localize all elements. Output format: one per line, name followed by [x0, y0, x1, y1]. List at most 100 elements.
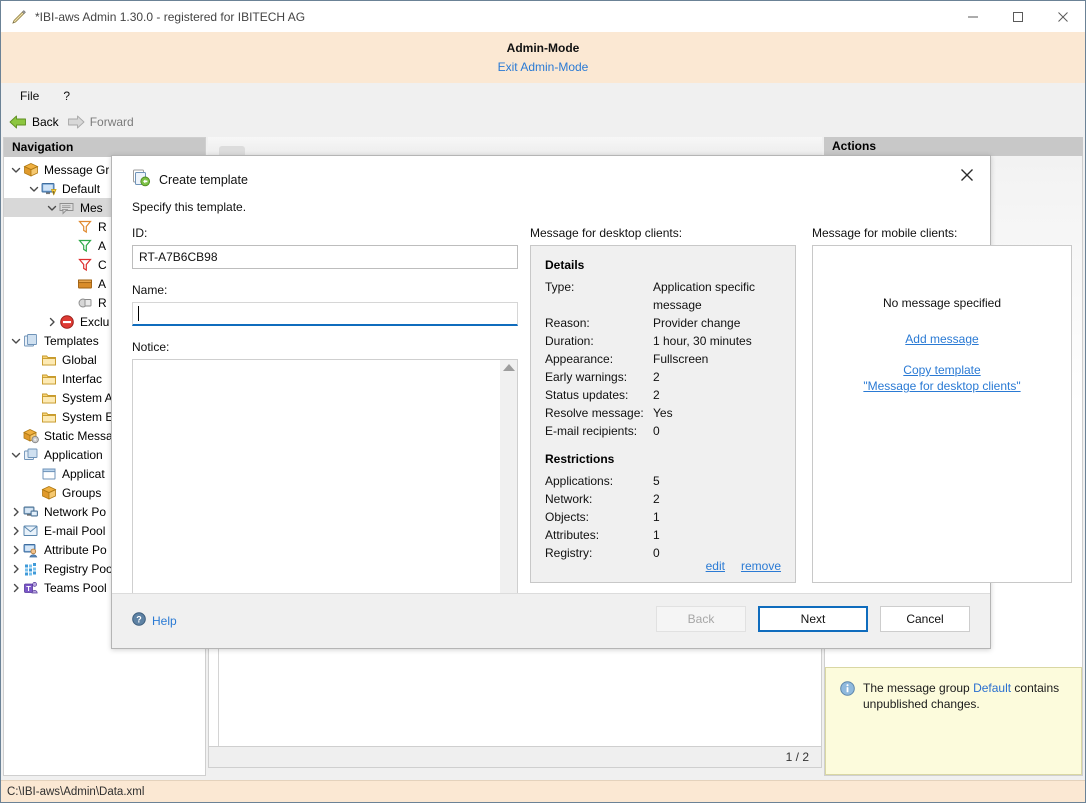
box-icon: [77, 276, 94, 292]
restriction-key: Attributes:: [545, 528, 600, 542]
chevron-right-icon[interactable]: [8, 545, 23, 555]
package-icon: [23, 162, 40, 178]
id-input[interactable]: [132, 245, 518, 269]
edit-link[interactable]: edit: [706, 559, 725, 573]
restriction-row: Attributes: 1: [545, 526, 781, 544]
nav-tree-item-label: Attribute Po: [44, 542, 107, 557]
nav-tree-item-label: Application: [44, 447, 103, 462]
scroll-up-icon[interactable]: [502, 364, 515, 371]
restriction-value: 5: [653, 474, 660, 488]
nav-tree-item-label: R: [98, 295, 107, 310]
dialog-mobile-column: Message for mobile clients: No message s…: [812, 226, 1072, 583]
dialog-title: Create template: [159, 172, 248, 187]
chevron-right-icon[interactable]: [8, 564, 23, 574]
chevron-right-icon[interactable]: [44, 317, 59, 327]
minimize-button[interactable]: [950, 1, 995, 32]
chevron-right-icon[interactable]: [8, 583, 23, 593]
admin-mode-banner: Admin-Mode Exit Admin-Mode: [1, 32, 1085, 83]
detail-value: 0: [653, 424, 660, 438]
chevron-right-icon[interactable]: [8, 507, 23, 517]
nav-tree-item-label: Templates: [44, 333, 99, 348]
restriction-key: Applications:: [545, 474, 614, 488]
chevron-down-icon[interactable]: [26, 184, 41, 194]
detail-key: Resolve message:: [545, 406, 644, 420]
menu-bar: File ?: [1, 83, 1085, 108]
nav-tree-item-label: Teams Pool: [44, 580, 107, 595]
navigation-toolbar: Back Forward: [1, 108, 1085, 136]
mobile-panel-caption: Message for mobile clients:: [812, 226, 958, 240]
nav-tree-item-label: C: [98, 257, 107, 272]
window-controls: [950, 1, 1085, 32]
forward-label: Forward: [89, 114, 134, 129]
details-list: Type: Application specific message Reason:…: [545, 278, 781, 440]
package-icon: [41, 485, 58, 501]
forward-button: Forward: [67, 115, 134, 129]
detail-value: Yes: [653, 406, 673, 420]
forbidden-icon: [59, 314, 76, 330]
next-button[interactable]: Next: [758, 606, 868, 632]
dialog-footer-buttons: Back Next Cancel: [656, 606, 970, 632]
name-input[interactable]: [132, 302, 518, 326]
chevron-down-icon[interactable]: [8, 336, 23, 346]
chevron-down-icon[interactable]: [8, 165, 23, 175]
filter-orange-icon: [77, 219, 94, 235]
application-pool-icon: [23, 447, 40, 463]
menu-item-file[interactable]: File: [11, 86, 48, 106]
network-icon: [23, 504, 40, 520]
notice-scrollbar[interactable]: [500, 360, 517, 609]
dialog-footer: ? Help Back Next Cancel: [112, 593, 990, 648]
copy-template-link-line2[interactable]: "Message for desktop clients": [863, 379, 1020, 393]
detail-row: Resolve message: Yes: [545, 404, 781, 422]
restriction-key: Registry:: [545, 546, 593, 560]
dialog-subtitle: Specify this template.: [112, 200, 990, 226]
dialog-body: ID: Name: Notice: Message for desktop: [112, 226, 1072, 611]
notice-textarea[interactable]: [132, 359, 518, 611]
registry-icon: [23, 561, 40, 577]
menu-item-help[interactable]: ?: [54, 86, 79, 106]
copy-template-link-line1[interactable]: Copy template: [903, 363, 980, 377]
folder-icon: [41, 390, 58, 406]
remove-link[interactable]: remove: [741, 559, 781, 573]
nav-tree-item-label: Message Gr: [44, 162, 110, 177]
restriction-value: 2: [653, 492, 660, 506]
folder-icon: [41, 409, 58, 425]
mobile-empty-text: No message specified: [882, 296, 1002, 310]
detail-row: Duration: 1 hour, 30 minutes: [545, 332, 781, 350]
status-bar-path: C:\IBI-aws\Admin\Data.xml: [7, 785, 145, 798]
detail-key: Reason:: [545, 316, 590, 330]
templates-icon: [23, 333, 40, 349]
cancel-button[interactable]: Cancel: [880, 606, 970, 632]
objects-icon: [77, 295, 94, 311]
help-link[interactable]: ? Help: [132, 612, 177, 629]
close-button[interactable]: [1040, 1, 1085, 32]
restriction-key: Network:: [545, 492, 593, 506]
restriction-row: Applications: 5: [545, 472, 781, 490]
maximize-button[interactable]: [995, 1, 1040, 32]
detail-row: Type: Application specific message: [545, 278, 781, 314]
notice-default-link[interactable]: Default: [973, 681, 1011, 695]
back-button-dialog: Back: [656, 606, 746, 632]
status-bar: C:\IBI-aws\Admin\Data.xml: [1, 780, 1085, 802]
name-label: Name:: [132, 283, 168, 297]
arrow-left-icon: [9, 115, 27, 129]
svg-text:T: T: [26, 583, 31, 592]
add-message-link[interactable]: Add message: [905, 332, 978, 346]
folder-icon: [41, 371, 58, 387]
detail-key: Status updates:: [545, 388, 629, 402]
nav-tree-item-label: R: [98, 219, 107, 234]
exit-admin-mode-link[interactable]: Exit Admin-Mode: [498, 60, 589, 74]
detail-row: Appearance: Fullscreen: [545, 350, 781, 368]
dialog-close-icon[interactable]: [952, 162, 982, 188]
nav-tree-item-label: E-mail Pool: [44, 523, 106, 538]
mobile-add-message-block: Add message: [905, 332, 978, 346]
chevron-right-icon[interactable]: [8, 526, 23, 536]
chevron-down-icon[interactable]: [44, 203, 59, 213]
back-button[interactable]: Back: [9, 115, 59, 129]
svg-text:?: ?: [136, 614, 142, 624]
create-template-dialog: Create template Specify this template. I…: [111, 155, 1072, 649]
chevron-down-icon[interactable]: [8, 450, 23, 460]
detail-key: Early warnings:: [545, 370, 628, 384]
static-message-icon: [23, 428, 40, 444]
back-label: Back: [32, 114, 59, 129]
nav-tree-item-label: Exclu: [80, 314, 110, 329]
